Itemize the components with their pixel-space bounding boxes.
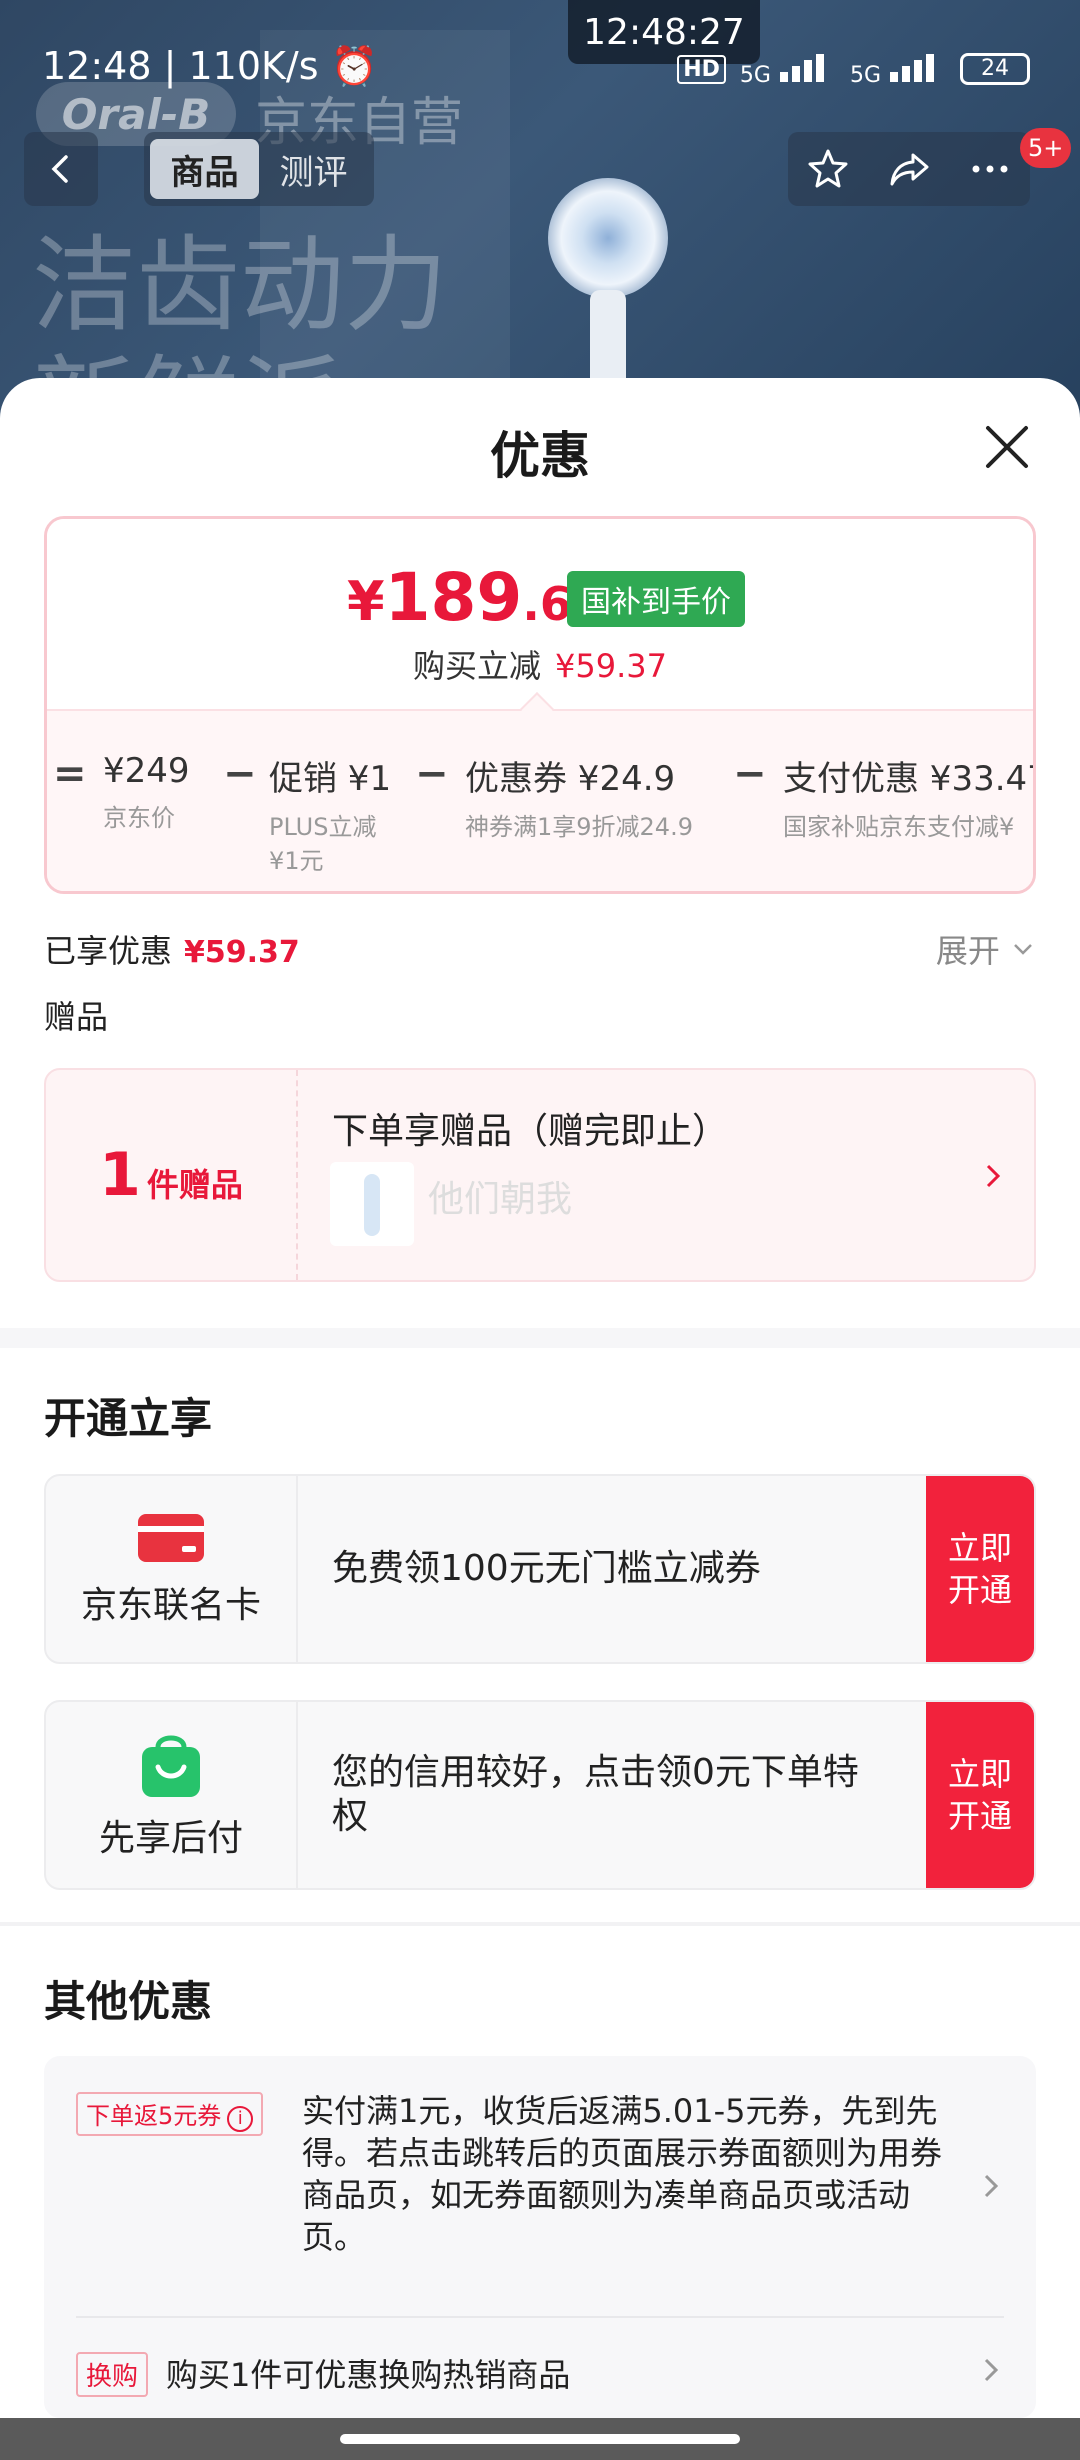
signal-icon-2: 5G — [850, 50, 946, 88]
share-icon[interactable] — [887, 147, 931, 191]
cashback-coupon-description[interactable]: 实付满1元，收货后返满5.01-5元券，先到先得。若点击跳转后的页面展示券面额则… — [302, 2090, 962, 2258]
gift-section-label: 赠品 — [44, 998, 109, 1036]
activate-button[interactable]: 立即 开通 — [926, 1476, 1034, 1662]
formula-term-promotion: 促销 ¥1 PLUS立减 ¥1元 — [269, 759, 392, 875]
trade-in-tag: 换购 — [76, 2352, 149, 2397]
more-icon[interactable] — [968, 147, 1012, 191]
status-bar: 12:48 | 110K/s ⏰ 12:48:27 HD 5G 5G 24 — [0, 0, 1080, 130]
other-offers-title: 其他优惠 — [44, 1977, 213, 2026]
formula-term-base-price: ¥249 京东价 — [103, 751, 190, 832]
gift-count: 1 件赠品 — [46, 1070, 298, 1280]
final-price: ¥189.63 — [347, 559, 604, 636]
offer-label: 京东联名卡 — [80, 1585, 261, 1626]
enjoyed-discount-row: 已享优惠 ¥59.37 展开 — [44, 926, 1036, 976]
membership-section-title: 开通立享 — [44, 1394, 213, 1443]
back-button[interactable] — [24, 132, 98, 206]
price-formula: = ¥249 京东价 − 促销 ¥1 PLUS立减 ¥1元 − 优惠券 ¥24.… — [47, 751, 1036, 891]
divider — [76, 2316, 1004, 2318]
offer-description: 您的信用较好，点击领0元下单特权 — [332, 1752, 859, 1837]
section-divider — [0, 1328, 1080, 1348]
sheet-title: 优惠 — [490, 427, 590, 485]
status-icons: HD 5G 5G 24 — [677, 50, 1030, 88]
formula-term-coupon: 优惠券 ¥24.9 神券满1享9折减24.9 — [465, 759, 693, 841]
star-icon[interactable] — [806, 147, 850, 191]
other-offers-card: 下单返5元券 i 实付满1元，收货后返满5.01-5元券，先到先得。若点击跳转后的… — [44, 2056, 1036, 2418]
section-divider — [0, 1922, 1080, 1926]
price-breakdown-card: ¥189.63 国补到手价 购买立减 ¥59.37 = ¥249 京东价 − 促销… — [44, 516, 1036, 894]
battery-icon: 24 — [960, 53, 1030, 85]
nav-actions — [788, 132, 1030, 206]
product-tabs: 商品 测评 — [144, 132, 374, 206]
activate-button[interactable]: 立即 开通 — [926, 1702, 1034, 1888]
tab-product[interactable]: 商品 — [150, 139, 259, 199]
close-icon[interactable] — [980, 420, 1034, 474]
info-icon[interactable]: i — [227, 2106, 254, 2132]
price-formula-area: = ¥249 京东价 − 促销 ¥1 PLUS立减 ¥1元 − 优惠券 ¥24.… — [47, 709, 1036, 891]
formula-operator: = — [53, 751, 87, 797]
gift-title: 下单享赠品（赠完即止） — [332, 1111, 729, 1152]
shopping-bag-icon — [142, 1735, 200, 1797]
instant-reduction: 购买立减 ¥59.37 — [413, 647, 667, 685]
message-count-badge: 5+ — [1020, 128, 1072, 168]
formula-term-payment: 支付优惠 ¥33.47 国家补贴京东支付减¥ — [783, 759, 1036, 841]
tab-review[interactable]: 测评 — [259, 139, 368, 199]
buy-now-pay-later-offer[interactable]: 先享后付 您的信用较好，点击领0元下单特权 立即 开通 — [44, 1700, 1036, 1890]
hd-icon: HD — [677, 54, 726, 84]
enjoyed-discount-label: 已享优惠 — [44, 932, 173, 970]
expand-button[interactable]: 展开 — [936, 926, 1036, 972]
trade-in-description[interactable]: 购买1件可优惠换购热销商品 — [166, 2350, 570, 2396]
chevron-right-icon[interactable] — [980, 2168, 1004, 2204]
toothbrush-head-image — [548, 178, 668, 298]
chevron-right-icon[interactable] — [980, 2352, 1004, 2388]
cashback-coupon-tag[interactable]: 下单返5元券 i — [76, 2092, 264, 2136]
card-icon — [138, 1514, 204, 1562]
status-time: 12:48 | 110K/s ⏰ — [42, 44, 378, 88]
offer-label: 先享后付 — [98, 1818, 243, 1859]
chevron-right-icon — [986, 1164, 1001, 1188]
offer-description: 免费领100元无门槛立减券 — [332, 1548, 761, 1589]
formula-operator: − — [415, 751, 449, 797]
gift-thumbnail — [330, 1162, 414, 1246]
jd-co-branded-card-offer[interactable]: 京东联名卡 免费领100元无门槛立减券 立即 开通 — [44, 1474, 1036, 1664]
formula-operator: − — [223, 751, 257, 797]
enjoyed-discount-amount: ¥59.37 — [184, 935, 300, 970]
chevron-down-icon — [1014, 944, 1032, 955]
gesture-navigation-bar — [0, 2418, 1080, 2460]
final-price-area: ¥189.63 国补到手价 购买立减 ¥59.37 — [47, 519, 1033, 709]
home-indicator[interactable] — [340, 2434, 740, 2444]
formula-operator: − — [733, 751, 767, 797]
gift-card[interactable]: 1 件赠品 下单享赠品（赠完即止） 他们朝我 — [44, 1068, 1036, 1282]
signal-icon-1: 5G — [740, 50, 836, 88]
gift-name: 他们朝我 — [428, 1179, 573, 1220]
subsidy-price-tag: 国补到手价 — [567, 571, 745, 627]
chevron-left-icon — [51, 155, 68, 183]
